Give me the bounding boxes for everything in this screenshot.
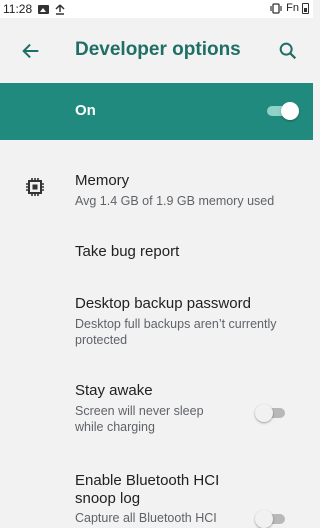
list-item-bug-report[interactable]: Take bug report [0, 215, 313, 265]
bluetooth-hci-summary-1: Capture all Bluetooth HCI [75, 511, 217, 525]
memory-chip-icon [26, 178, 44, 196]
bluetooth-hci-title-2: snoop log [75, 490, 141, 507]
page-title: Developer options [75, 39, 241, 60]
stay-awake-toggle[interactable] [255, 404, 289, 422]
master-switch-label: On [75, 102, 96, 119]
memory-summary: Avg 1.4 GB of 1.9 GB memory used [75, 194, 275, 208]
list-item-bluetooth-hci[interactable]: Enable Bluetooth HCI snoop log Capture a… [0, 440, 313, 528]
backup-password-title: Desktop backup password [75, 295, 251, 312]
bluetooth-hci-toggle[interactable] [255, 510, 289, 528]
backup-password-summary-2: protected [75, 333, 128, 347]
fn-indicator: Fn [286, 2, 299, 14]
master-toggle[interactable] [265, 102, 299, 120]
arrow-back-icon[interactable] [20, 40, 42, 62]
upload-icon [55, 3, 65, 15]
battery-icon [302, 2, 309, 14]
list-item-memory[interactable]: Memory Avg 1.4 GB of 1.9 GB memory used [0, 140, 313, 215]
list-item-stay-awake[interactable]: Stay awake Screen will never sleep while… [0, 350, 313, 440]
bluetooth-hci-title-1: Enable Bluetooth HCI [75, 472, 220, 489]
master-switch-bar[interactable]: On [0, 83, 313, 140]
bug-report-title: Take bug report [75, 243, 180, 260]
status-bar: 11:28 Fn [0, 0, 313, 18]
image-icon [38, 4, 50, 14]
list-item-backup-password[interactable]: Desktop backup password Desktop full bac… [0, 265, 313, 350]
backup-password-summary-1: Desktop full backups aren’t currently [75, 317, 277, 331]
vibrate-icon [270, 2, 282, 14]
stay-awake-summary-1: Screen will never sleep [75, 404, 204, 418]
memory-title: Memory [75, 172, 130, 189]
status-time: 11:28 [3, 2, 33, 16]
app-bar: Developer options [0, 18, 313, 83]
stay-awake-summary-2: while charging [75, 420, 155, 434]
search-icon[interactable] [277, 40, 299, 62]
stay-awake-title: Stay awake [75, 382, 153, 399]
